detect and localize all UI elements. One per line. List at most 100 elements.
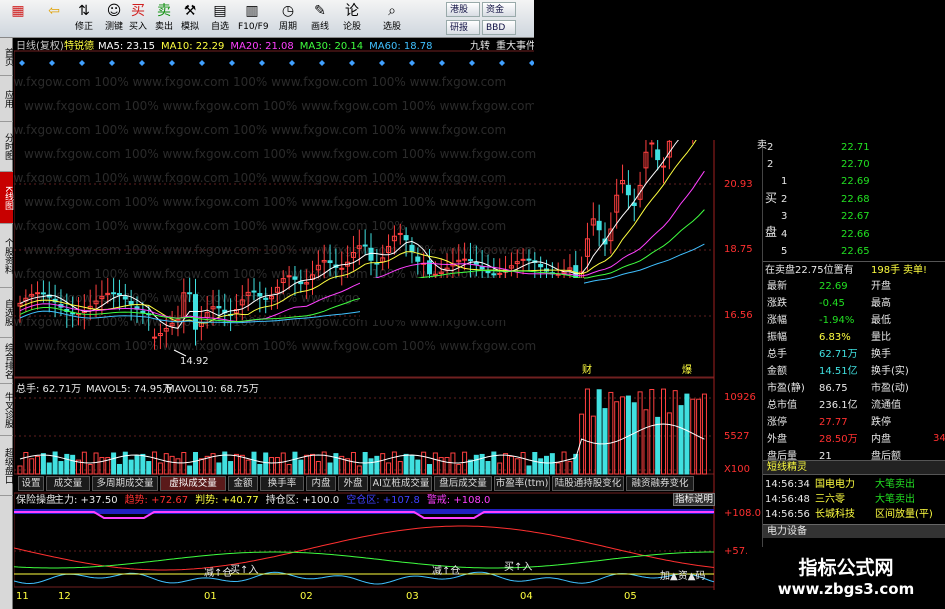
candle-body bbox=[526, 258, 532, 261]
sidebar-tab[interactable]: 首页 bbox=[0, 38, 13, 76]
volume-bar bbox=[684, 393, 690, 475]
elf-time: 14:56:56 bbox=[765, 509, 810, 520]
toolbar-button-arrow-updown[interactable]: ⇅ 修正 bbox=[70, 2, 98, 36]
volume-bar bbox=[163, 453, 169, 475]
toolbar-button-pencil[interactable]: ✎ 画线 bbox=[306, 2, 334, 36]
volume-bar bbox=[146, 461, 152, 475]
toolbar-button-search[interactable]: ⌕ 选股 bbox=[378, 2, 406, 36]
sidebar-tab[interactable]: 牛叉诊股 bbox=[0, 384, 13, 436]
volume-bar bbox=[128, 459, 134, 475]
buy-row: 2 22.68 bbox=[763, 192, 945, 207]
candle-body bbox=[40, 292, 46, 295]
volume-bar bbox=[140, 453, 146, 475]
position-row: 在卖盘22.75位置有 198手 卖单! bbox=[763, 263, 945, 278]
candle-body bbox=[286, 275, 292, 278]
volume-bar bbox=[602, 408, 608, 475]
buy-row: 1 22.69 bbox=[763, 174, 945, 189]
buy-price: 22.67 bbox=[841, 211, 870, 222]
sell-icon: 卖 bbox=[157, 3, 171, 19]
toolbar-button-hammer[interactable]: ⚒ 模拟 bbox=[176, 2, 204, 36]
volume-tab[interactable]: 设置 bbox=[18, 476, 44, 491]
candle-body bbox=[409, 244, 415, 252]
signal-diamond bbox=[19, 60, 25, 66]
black-overlay bbox=[534, 0, 945, 140]
toolbar-button-grid[interactable]: ▤ 自选 bbox=[206, 2, 234, 36]
sidebar-tab[interactable]: 个股资料 bbox=[0, 224, 13, 288]
volume-bar bbox=[286, 463, 292, 475]
background-watermark-text: www.fxgow.com 100% www.fxgow.com 100% ww… bbox=[24, 243, 536, 257]
volume-bar bbox=[58, 461, 64, 475]
toolbar-button-f10[interactable]: ▥ F10/F9 bbox=[238, 2, 269, 36]
volume-bar bbox=[432, 452, 438, 475]
low-price-label: 14.92 bbox=[180, 356, 209, 367]
toolbar-button-discuss[interactable]: 论论股 bbox=[338, 2, 366, 36]
elf-event: 区间放量(平) bbox=[875, 509, 933, 520]
volume-bar bbox=[485, 460, 491, 475]
volume-bar bbox=[526, 465, 532, 475]
stat-key-2: 跌停 bbox=[871, 417, 891, 428]
volume-tab[interactable]: 换手率 bbox=[260, 476, 304, 491]
toolbar-button-buy[interactable]: 买买入 bbox=[124, 2, 152, 36]
toolbar-small-button[interactable]: 资金 bbox=[482, 2, 516, 17]
sell-price: 22.71 bbox=[841, 142, 870, 153]
volume-bar bbox=[263, 452, 269, 475]
toolbar-small-button[interactable]: 研报 bbox=[446, 20, 480, 35]
stat-key: 外盘 bbox=[767, 434, 787, 445]
sidebar-tab[interactable]: 自选股 bbox=[0, 288, 13, 338]
background-watermark-text: www.fxgow.com 100% www.fxgow.com 100% ww… bbox=[24, 339, 536, 353]
mavol5-line bbox=[19, 423, 705, 464]
toolbar-small-button[interactable]: BBD bbox=[482, 20, 516, 35]
volume-tab[interactable]: 虚拟成交量 bbox=[160, 476, 226, 491]
volume-tab[interactable]: 金额 bbox=[228, 476, 258, 491]
toolbar-small-button[interactable]: 港股 bbox=[446, 2, 480, 17]
sidebar-tab[interactable]: 综合排名 bbox=[0, 338, 13, 384]
burst-marker[interactable]: 爆 bbox=[682, 365, 692, 377]
search-icon: ⌕ bbox=[388, 3, 396, 19]
toolbar-button-back-arrow[interactable]: ⇦ bbox=[40, 2, 68, 36]
volume-tab[interactable]: 外盘 bbox=[338, 476, 368, 491]
arrow-updown-icon: ⇅ bbox=[78, 3, 90, 19]
sell-level: 2 bbox=[767, 159, 774, 170]
finance-marker[interactable]: 财 bbox=[582, 365, 592, 377]
volume-bar bbox=[116, 463, 122, 475]
volume-bar bbox=[427, 464, 432, 475]
nine-turn-label[interactable]: 九转 bbox=[470, 41, 490, 53]
sidebar-tab[interactable]: 分时图 bbox=[0, 122, 13, 172]
volume-tab[interactable]: 陆股通持股变化 bbox=[552, 476, 624, 491]
osc-annotation-reduce-2: 减↑仓 bbox=[432, 566, 461, 577]
volume-tab[interactable]: 盘后成交量 bbox=[434, 476, 492, 491]
period-label[interactable]: 日线(复权) bbox=[16, 41, 64, 53]
x-tick: 02 bbox=[300, 591, 313, 602]
volume-tab[interactable]: 市盈率(ttm) bbox=[494, 476, 550, 491]
volume-tab[interactable]: 内盘 bbox=[306, 476, 336, 491]
sidebar-tab[interactable]: 超级盘口 bbox=[0, 436, 13, 496]
toolbar-button-logo[interactable]: ▦ bbox=[4, 2, 32, 36]
sidebar-tab[interactable]: 应用 bbox=[0, 76, 13, 122]
major-event-label[interactable]: 重大事件 bbox=[496, 41, 536, 53]
volume-bar bbox=[333, 453, 339, 475]
candle-body bbox=[152, 336, 158, 339]
toolbar-button-sell[interactable]: 卖卖出 bbox=[150, 2, 178, 36]
volume-bar bbox=[35, 455, 41, 475]
indicator-help-button[interactable]: 指标说明 bbox=[673, 493, 715, 506]
volume-bar bbox=[403, 453, 409, 475]
signal-diamond bbox=[109, 60, 115, 66]
stat-key-2: 最低 bbox=[871, 315, 891, 326]
signal-diamond bbox=[169, 60, 175, 66]
volume-bar bbox=[631, 402, 637, 475]
candle-body bbox=[327, 260, 333, 264]
osc-legend-item: 持仓区: +100.0 bbox=[265, 495, 340, 506]
volume-tab[interactable]: 多周期成交量 bbox=[92, 476, 158, 491]
volume-tab[interactable]: AI立桩成交量 bbox=[370, 476, 432, 491]
candle-body bbox=[538, 263, 544, 268]
sidebar-tab[interactable]: K线图 bbox=[0, 172, 13, 224]
volume-bar bbox=[666, 412, 672, 475]
volume-tab[interactable]: 融资融券变化 bbox=[626, 476, 694, 491]
toolbar-button-clock[interactable]: ◷ 周期 bbox=[274, 2, 302, 36]
toolbar-button-label: 选股 bbox=[382, 22, 401, 32]
volume-bar bbox=[544, 455, 549, 475]
volume-tab[interactable]: 成交量 bbox=[46, 476, 90, 491]
volume-bar bbox=[233, 453, 239, 475]
sector-bar[interactable]: 电力设备 bbox=[763, 524, 945, 538]
f10-icon: ▥ bbox=[245, 3, 259, 19]
